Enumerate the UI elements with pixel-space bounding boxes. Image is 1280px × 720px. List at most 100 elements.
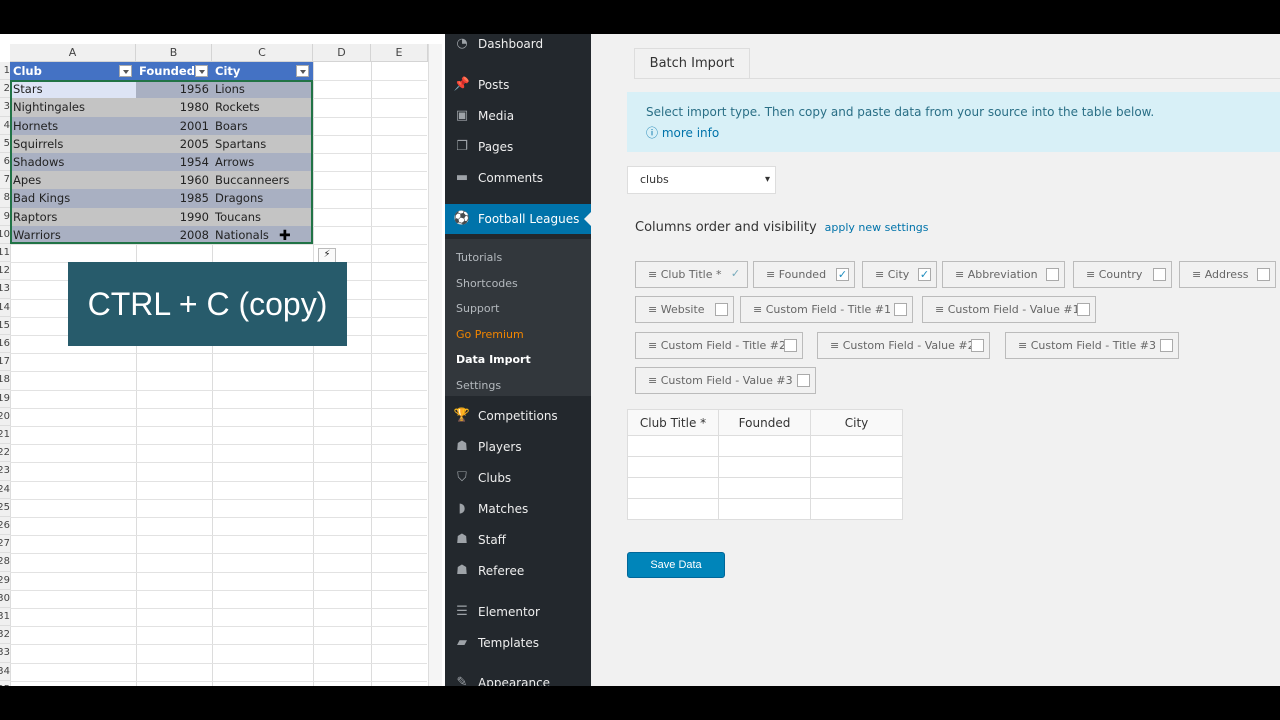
column-header[interactable]: C xyxy=(212,44,313,62)
row-number[interactable]: 30 xyxy=(0,589,10,608)
visibility-checkbox[interactable]: ✓ xyxy=(729,268,742,281)
sidebar-item-dashboard[interactable]: ◔ Dashboard xyxy=(445,34,591,59)
column-chip[interactable]: ≡ Country xyxy=(1073,261,1172,288)
row-number[interactable]: 35 xyxy=(0,680,10,686)
tab-batch-import[interactable]: Batch Import xyxy=(634,48,750,78)
table-cell[interactable] xyxy=(627,498,719,520)
table-cell[interactable] xyxy=(718,477,811,499)
column-chip[interactable]: ≡ Custom Field - Title #1 xyxy=(740,296,913,323)
sidebar-item-pages[interactable]: ❐ Pages xyxy=(445,132,591,162)
visibility-checkbox[interactable]: ✓ xyxy=(918,268,931,281)
column-chip[interactable]: ≡ City ✓ xyxy=(862,261,937,288)
sidebar-item-appearance[interactable]: ✎ Appearance xyxy=(445,668,591,687)
drag-handle-icon[interactable]: ≡ xyxy=(830,339,843,352)
row-number[interactable]: 6 xyxy=(0,153,10,172)
visibility-checkbox[interactable] xyxy=(1046,268,1059,281)
column-chip[interactable]: ≡ Custom Field - Value #1 xyxy=(922,296,1096,323)
row-number[interactable]: 2 xyxy=(0,80,10,99)
visibility-checkbox[interactable] xyxy=(797,374,810,387)
row-number[interactable]: 29 xyxy=(0,571,10,590)
drag-handle-icon[interactable]: ≡ xyxy=(1018,339,1031,352)
submenu-item-shortcodes[interactable]: Shortcodes xyxy=(456,277,518,290)
row-number[interactable]: 31 xyxy=(0,608,10,627)
filter-dropdown-icon[interactable] xyxy=(296,65,309,77)
column-chip[interactable]: ≡ Website xyxy=(635,296,734,323)
row-number[interactable]: 16 xyxy=(0,335,10,354)
row-number[interactable]: 11 xyxy=(0,244,10,263)
filter-dropdown-icon[interactable] xyxy=(119,65,132,77)
visibility-checkbox[interactable] xyxy=(894,303,907,316)
vertical-scrollbar[interactable] xyxy=(428,44,442,686)
visibility-checkbox[interactable] xyxy=(784,339,797,352)
row-number[interactable]: 5 xyxy=(0,134,10,153)
row-number[interactable]: 19 xyxy=(0,389,10,408)
submenu-item-tutorials[interactable]: Tutorials xyxy=(456,251,502,264)
table-cell[interactable] xyxy=(627,456,719,478)
visibility-checkbox[interactable] xyxy=(1153,268,1166,281)
drag-handle-icon[interactable]: ≡ xyxy=(1192,268,1205,281)
row-number[interactable]: 27 xyxy=(0,535,10,554)
column-chip[interactable]: ≡ Custom Field - Value #3 xyxy=(635,367,816,394)
row-number[interactable]: 9 xyxy=(0,207,10,226)
drag-handle-icon[interactable]: ≡ xyxy=(648,303,661,316)
table-cell[interactable] xyxy=(627,477,719,499)
sidebar-item-media[interactable]: ▣ Media xyxy=(445,101,591,131)
column-chip[interactable]: ≡ Custom Field - Title #2 xyxy=(635,332,803,359)
sidebar-item-templates[interactable]: ▰ Templates xyxy=(445,628,591,658)
table-cell[interactable] xyxy=(627,435,719,457)
table-cell[interactable] xyxy=(810,435,903,457)
sidebar-item-comments[interactable]: ▬ Comments xyxy=(445,163,591,193)
row-number[interactable]: 8 xyxy=(0,189,10,208)
sidebar-item-referee[interactable]: ☗ Referee xyxy=(445,556,591,586)
drag-handle-icon[interactable]: ≡ xyxy=(935,303,948,316)
row-number[interactable]: 17 xyxy=(0,353,10,372)
row-number[interactable]: 33 xyxy=(0,644,10,663)
drag-handle-icon[interactable]: ≡ xyxy=(875,268,888,281)
column-chip[interactable]: ≡ Address xyxy=(1179,261,1276,288)
column-chip[interactable]: ≡ Custom Field - Value #2 xyxy=(817,332,990,359)
sidebar-item-staff[interactable]: ☗ Staff xyxy=(445,525,591,555)
visibility-checkbox[interactable] xyxy=(715,303,728,316)
submenu-item-go-premium[interactable]: Go Premium xyxy=(456,328,524,341)
table-cell[interactable] xyxy=(718,498,811,520)
visibility-checkbox[interactable]: ✓ xyxy=(836,268,849,281)
submenu-item-data-import[interactable]: Data Import xyxy=(456,353,531,366)
import-table[interactable]: Club Title * Founded City xyxy=(627,409,903,520)
row-number[interactable]: 18 xyxy=(0,371,10,390)
sidebar-item-football-leagues[interactable]: ⚽ Football Leagues xyxy=(445,204,591,234)
more-info-link[interactable]: ⓘ more info xyxy=(646,124,1261,141)
table-cell[interactable] xyxy=(810,456,903,478)
table-cell[interactable] xyxy=(810,477,903,499)
column-chip[interactable]: ≡ Founded ✓ xyxy=(753,261,855,288)
visibility-checkbox[interactable] xyxy=(1160,339,1173,352)
save-data-button[interactable]: Save Data xyxy=(627,552,725,578)
sidebar-item-elementor[interactable]: ☰ Elementor xyxy=(445,597,591,627)
row-number[interactable]: 3 xyxy=(0,98,10,117)
column-header[interactable]: E xyxy=(371,44,428,62)
table-cell[interactable] xyxy=(718,435,811,457)
column-header[interactable]: B xyxy=(136,44,212,62)
drag-handle-icon[interactable]: ≡ xyxy=(766,268,779,281)
row-number[interactable]: 10 xyxy=(0,225,10,244)
row-number[interactable]: 25 xyxy=(0,498,10,517)
row-number[interactable]: 13 xyxy=(0,280,10,299)
sidebar-item-posts[interactable]: 📌 Posts xyxy=(445,70,591,100)
column-header[interactable]: D xyxy=(313,44,371,62)
column-chip[interactable]: ≡ Custom Field - Title #3 xyxy=(1005,332,1179,359)
row-number[interactable]: 20 xyxy=(0,407,10,426)
table-cell[interactable] xyxy=(718,456,811,478)
table-header-cell[interactable]: City xyxy=(212,62,313,81)
apply-settings-link[interactable]: apply new settings xyxy=(825,221,929,234)
row-number[interactable]: 7 xyxy=(0,171,10,190)
visibility-checkbox[interactable] xyxy=(1257,268,1270,281)
drag-handle-icon[interactable]: ≡ xyxy=(648,374,661,387)
table-header-cell[interactable]: Founded xyxy=(136,62,212,81)
drag-handle-icon[interactable]: ≡ xyxy=(955,268,968,281)
sidebar-item-clubs[interactable]: ⛉ Clubs xyxy=(445,463,591,493)
import-type-select[interactable]: clubs xyxy=(627,166,776,194)
row-number[interactable]: 24 xyxy=(0,480,10,499)
row-number[interactable]: 21 xyxy=(0,426,10,445)
row-number[interactable]: 22 xyxy=(0,444,10,463)
row-number[interactable]: 28 xyxy=(0,553,10,572)
visibility-checkbox[interactable] xyxy=(971,339,984,352)
